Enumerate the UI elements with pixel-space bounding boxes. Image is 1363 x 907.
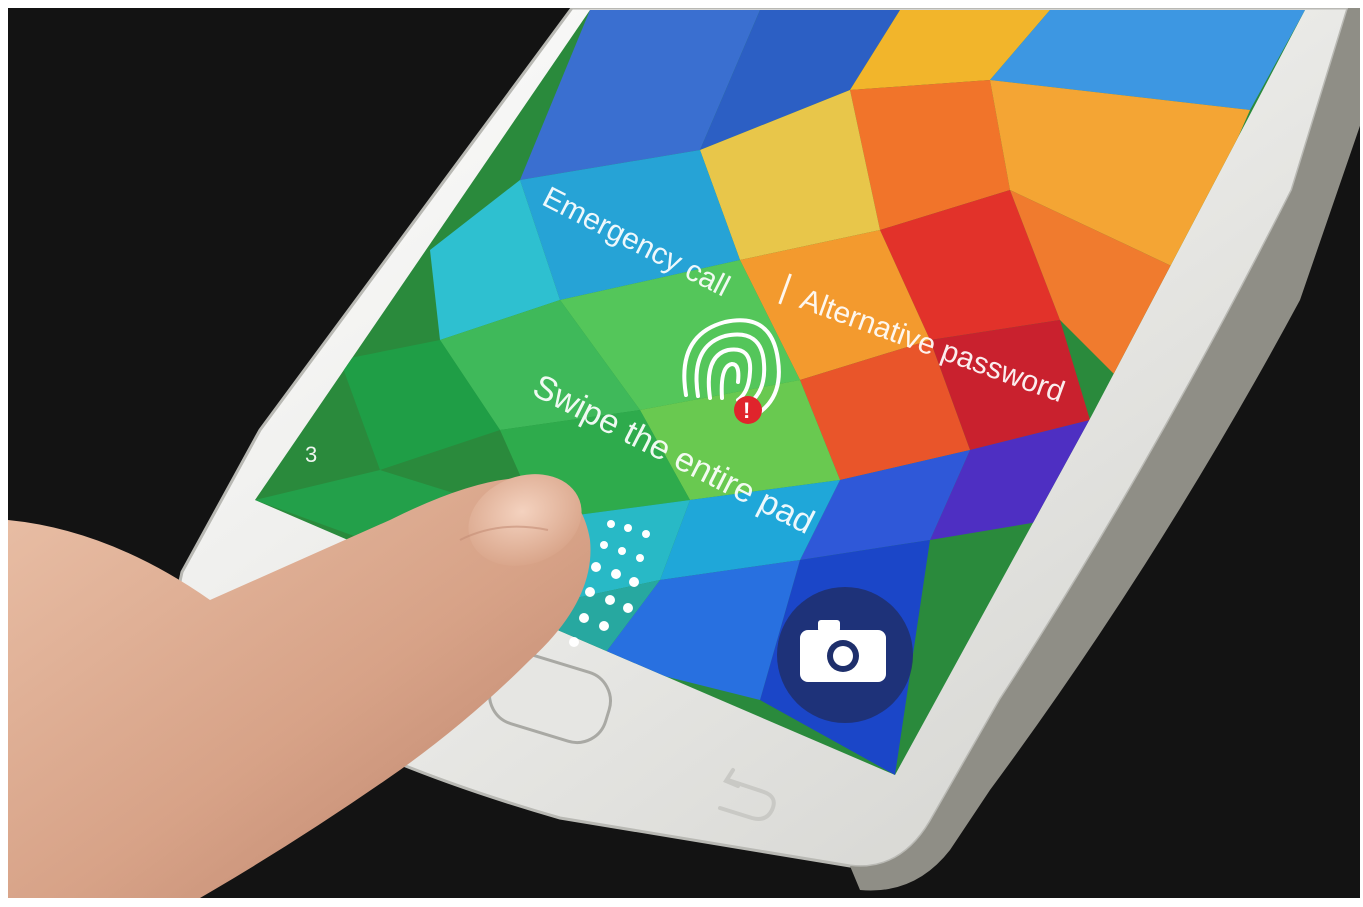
camera-shortcut-button[interactable]	[777, 587, 913, 723]
svg-text:!: !	[743, 398, 750, 423]
photo-scene: Emergency call | Alternative password Sw…	[0, 0, 1363, 907]
attempt-counter: 3	[305, 442, 317, 467]
warning-icon: !	[734, 396, 762, 424]
